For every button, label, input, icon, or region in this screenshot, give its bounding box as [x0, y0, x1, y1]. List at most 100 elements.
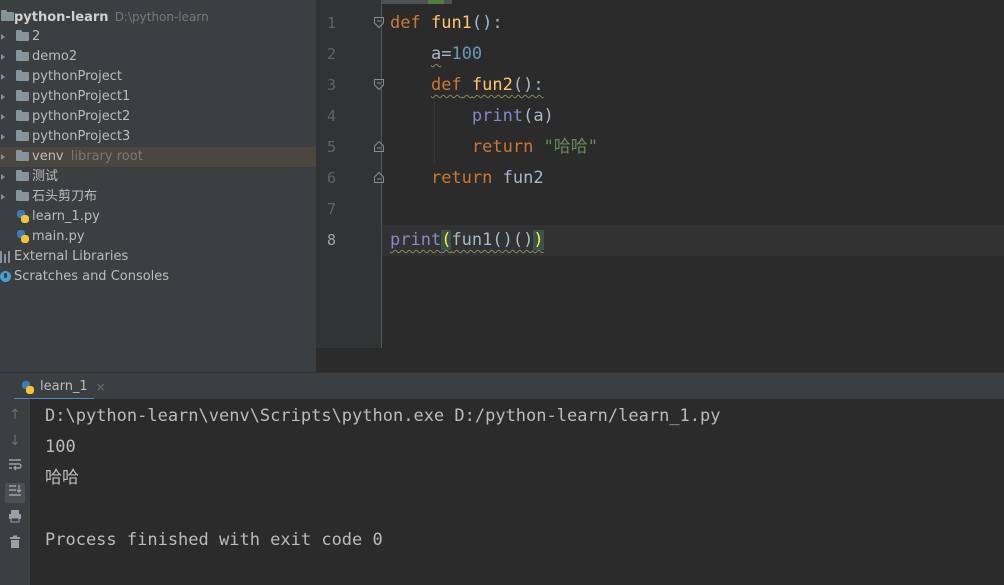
chevron-right-icon[interactable]: [1, 54, 5, 60]
tree-item-label: demo2: [32, 49, 78, 64]
string-token: "哈哈": [543, 137, 599, 157]
operator-token: =: [441, 44, 452, 64]
chevron-right-icon[interactable]: [1, 194, 5, 200]
tree-item-label: learn_1.py: [32, 209, 100, 224]
tree-root-python-learn[interactable]: python-learn D:\python-learn: [0, 7, 316, 27]
identifier-token: fun2: [502, 168, 544, 188]
print-icon[interactable]: [5, 509, 25, 529]
keyword-token: def: [430, 75, 462, 95]
root-path: D:\python-learn: [114, 10, 209, 24]
tree-item-pythonproject2[interactable]: pythonProject2: [0, 107, 316, 127]
folder-icon: [16, 70, 29, 81]
tree-item-venv[interactable]: venv library root: [0, 147, 316, 167]
keyword-token: return: [471, 137, 534, 157]
scroll-to-end-icon[interactable]: [5, 483, 25, 503]
tree-item-rock-paper-scissors[interactable]: 石头剪刀布: [0, 187, 316, 207]
fold-open-icon[interactable]: [374, 79, 384, 91]
tree-item-main-py[interactable]: main.py: [0, 227, 316, 247]
tree-item-label: 石头剪刀布: [32, 189, 98, 204]
tree-item-label: pythonProject2: [32, 109, 131, 124]
tree-item-label: main.py: [32, 229, 85, 244]
code-line-8[interactable]: print(fun1()()): [390, 225, 544, 256]
folder-icon: [16, 130, 29, 141]
close-icon[interactable]: ×: [96, 376, 106, 398]
soft-wrap-icon[interactable]: [5, 457, 25, 477]
code-line-1[interactable]: def fun1():: [390, 8, 503, 39]
scratches-icon: [0, 271, 11, 282]
builtin-token: print: [471, 106, 524, 126]
builtin-token: print: [390, 230, 442, 250]
chevron-right-icon[interactable]: [1, 34, 5, 40]
editor-tab-marker: [428, 0, 444, 4]
up-arrow-icon[interactable]: ↑: [5, 405, 25, 425]
chevron-right-icon[interactable]: [1, 94, 5, 100]
line-number: 3: [326, 76, 336, 94]
run-tab-label: learn_1: [40, 379, 88, 394]
argument-token: (a): [523, 106, 554, 126]
chevron-right-icon[interactable]: [1, 114, 5, 120]
folder-icon: [16, 110, 29, 121]
line-number: 6: [326, 169, 336, 187]
run-tab-learn-1[interactable]: learn_1 ×: [14, 376, 106, 400]
tree-item-label: pythonProject3: [32, 129, 131, 144]
library-icon: [0, 251, 12, 263]
line-number-current: 8: [326, 231, 336, 249]
chevron-right-icon[interactable]: [1, 134, 5, 140]
trash-icon[interactable]: [5, 535, 25, 555]
code-line-6[interactable]: return fun2: [390, 163, 544, 194]
folder-icon: [16, 190, 29, 201]
line-number: 1: [326, 14, 336, 32]
code-editor[interactable]: 1 2 3 4 5 6 7 8 def fun1(): a=100 def fu…: [316, 0, 1004, 348]
line-number: 7: [326, 200, 336, 218]
down-arrow-icon[interactable]: ↓: [5, 431, 25, 451]
fold-end-icon[interactable]: [374, 140, 384, 152]
tree-item-pythonproject3[interactable]: pythonProject3: [0, 127, 316, 147]
tree-item-test[interactable]: 测试: [0, 167, 316, 187]
chevron-right-icon[interactable]: [1, 174, 5, 180]
root-name: python-learn: [14, 10, 109, 25]
tree-item-label: External Libraries: [14, 249, 129, 264]
tree-item-2[interactable]: 2: [0, 27, 316, 47]
code-line-4[interactable]: print(a): [390, 101, 554, 132]
folder-icon: [16, 50, 29, 61]
number-token: 100: [451, 44, 483, 64]
tree-item-label: Scratches and Consoles: [14, 269, 170, 284]
function-name-token: fun1: [430, 13, 472, 33]
chevron-right-icon[interactable]: [1, 74, 5, 80]
run-tool-window-header: learn_1 ×: [0, 372, 1004, 400]
library-root-hint: library root: [70, 149, 143, 164]
tree-item-label: pythonProject: [32, 69, 122, 84]
console-command-line: D:\python-learn\venv\Scripts\python.exe …: [45, 406, 721, 426]
keyword-token: def: [390, 13, 421, 33]
line-number: 2: [326, 45, 336, 63]
folder-icon: [16, 30, 29, 41]
tree-item-pythonproject[interactable]: pythonProject: [0, 67, 316, 87]
folder-icon: [16, 150, 29, 161]
folder-icon: [1, 10, 14, 21]
matched-brace: ): [533, 230, 544, 250]
tree-item-label: 2: [32, 29, 41, 44]
run-toolbar: ↑ ↓: [0, 399, 30, 585]
punctuation-token: ():: [512, 75, 544, 95]
tree-item-pythonproject1[interactable]: pythonProject1: [0, 87, 316, 107]
matched-brace: (: [441, 230, 452, 250]
fold-open-icon[interactable]: [374, 17, 384, 29]
code-line-3[interactable]: def fun2():: [390, 70, 544, 101]
python-file-icon: [17, 210, 29, 223]
tree-item-scratches[interactable]: Scratches and Consoles: [0, 267, 316, 287]
tree-item-external-libraries[interactable]: External Libraries: [0, 247, 316, 267]
run-console[interactable]: D:\python-learn\venv\Scripts\python.exe …: [30, 399, 1004, 585]
chevron-right-icon[interactable]: [1, 154, 5, 160]
code-line-2[interactable]: a=100: [390, 39, 482, 70]
punctuation-token: ():: [471, 13, 503, 33]
project-tool-window: python-learn D:\python-learn 2 demo2 pyt…: [0, 0, 316, 372]
console-output-line: 100: [45, 437, 76, 457]
fold-end-icon[interactable]: [374, 171, 384, 183]
folder-icon: [16, 90, 29, 101]
function-name-token: fun2: [471, 75, 513, 95]
tree-item-learn-1-py[interactable]: learn_1.py: [0, 207, 316, 227]
tree-item-demo2[interactable]: demo2: [0, 47, 316, 67]
code-line-5[interactable]: return "哈哈": [390, 132, 598, 163]
line-number: 4: [326, 107, 336, 125]
folder-icon: [16, 170, 29, 181]
